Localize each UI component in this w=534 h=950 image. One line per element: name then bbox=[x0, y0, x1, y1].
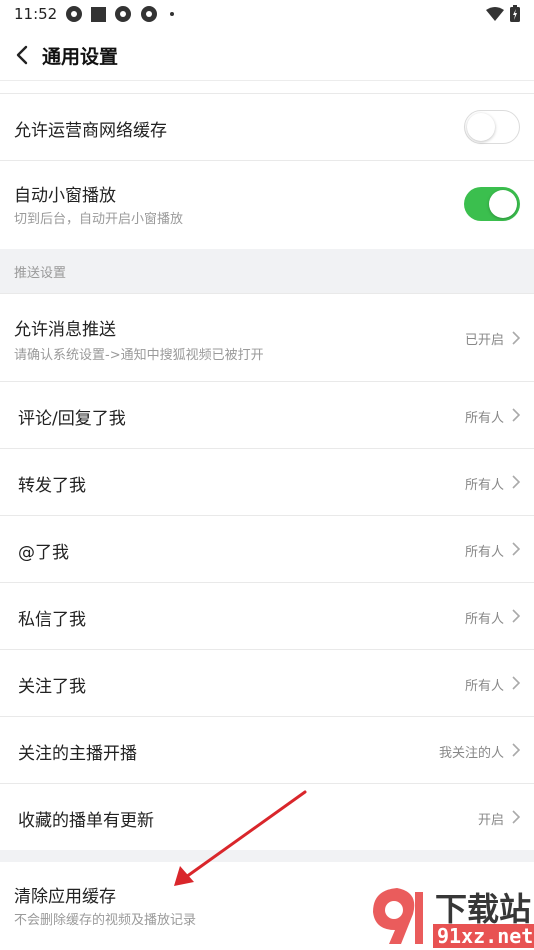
chevron-right-icon bbox=[512, 542, 520, 556]
back-arrow-icon[interactable] bbox=[12, 44, 34, 66]
carrier-cache-toggle[interactable] bbox=[464, 110, 520, 144]
setting-label: 关注了我 bbox=[18, 677, 86, 697]
setting-row-private-message[interactable]: 私信了我 所有人 bbox=[0, 583, 534, 649]
toggle-knob bbox=[467, 113, 495, 141]
chevron-right-icon bbox=[512, 810, 520, 824]
gallery-notification-icon bbox=[91, 6, 107, 22]
app-notification-icon bbox=[66, 6, 83, 22]
setting-description: 不会删除缓存的视频及播放记录 bbox=[14, 913, 197, 928]
app-notification-icon bbox=[141, 6, 158, 22]
chevron-right-icon bbox=[512, 609, 520, 623]
setting-label: 转发了我 bbox=[18, 476, 86, 496]
setting-label: 私信了我 bbox=[18, 610, 86, 630]
setting-label: 自动小窗播放 bbox=[14, 186, 116, 206]
setting-label: 清除应用缓存 bbox=[14, 887, 116, 907]
setting-value: 已开启 bbox=[464, 333, 504, 348]
status-time: 11:52 bbox=[14, 5, 58, 23]
chevron-right-icon bbox=[512, 676, 520, 690]
setting-value: 开启 bbox=[477, 813, 504, 828]
setting-row-forward[interactable]: 转发了我 所有人 bbox=[0, 449, 534, 515]
chevron-right-icon bbox=[512, 331, 520, 345]
page-title: 通用设置 bbox=[42, 45, 119, 68]
section-title: 推送设置 bbox=[14, 266, 67, 281]
setting-row-at-me[interactable]: @了我 所有人 bbox=[0, 516, 534, 582]
more-notifications-dot bbox=[170, 12, 175, 16]
setting-label: 评论/回复了我 bbox=[18, 409, 126, 429]
setting-value: 所有人 bbox=[464, 411, 504, 426]
setting-value: 所有人 bbox=[464, 478, 504, 493]
app-notification-icon bbox=[115, 6, 132, 22]
setting-label: 关注的主播开播 bbox=[18, 744, 137, 764]
setting-value: 所有人 bbox=[464, 679, 504, 694]
setting-label: 允许消息推送 bbox=[14, 320, 116, 340]
top-bar: 通用设置 bbox=[0, 28, 534, 82]
section-header-push: 推送设置 bbox=[0, 249, 534, 293]
setting-description: 请确认系统设置->通知中搜狐视频已被打开 bbox=[14, 348, 264, 363]
setting-row-comment-reply[interactable]: 评论/回复了我 所有人 bbox=[0, 382, 534, 448]
setting-description: 切到后台，自动开启小窗播放 bbox=[14, 212, 184, 227]
setting-value: 所有人 bbox=[464, 545, 504, 560]
chevron-right-icon bbox=[512, 408, 520, 422]
setting-label: 允许运营商网络缓存 bbox=[14, 121, 167, 141]
wifi-icon bbox=[486, 6, 504, 21]
setting-row-follow-me[interactable]: 关注了我 所有人 bbox=[0, 650, 534, 716]
status-bar: 11:52 bbox=[0, 0, 534, 28]
setting-row-carrier-cache[interactable]: 允许运营商网络缓存 bbox=[0, 94, 534, 160]
setting-label: 收藏的播单有更新 bbox=[18, 811, 154, 831]
setting-value: 我关注的人 bbox=[438, 746, 504, 761]
mini-window-toggle[interactable] bbox=[464, 187, 520, 221]
watermark-domain: 91xz.net bbox=[433, 924, 534, 948]
setting-label: @了我 bbox=[18, 543, 69, 563]
watermark-logo-icon bbox=[373, 888, 423, 944]
section-spacer bbox=[0, 850, 534, 862]
site-watermark: 下载站 91xz.net bbox=[367, 884, 534, 948]
partial-row bbox=[0, 81, 534, 93]
battery-icon bbox=[510, 5, 520, 22]
chevron-right-icon bbox=[512, 475, 520, 489]
toggle-knob bbox=[489, 190, 517, 218]
setting-row-allow-push[interactable]: 允许消息推送 请确认系统设置->通知中搜狐视频已被打开 已开启 bbox=[0, 294, 534, 381]
setting-row-host-live[interactable]: 关注的主播开播 我关注的人 bbox=[0, 717, 534, 783]
setting-row-mini-window[interactable]: 自动小窗播放 切到后台，自动开启小窗播放 bbox=[0, 161, 534, 249]
setting-row-playlist-update[interactable]: 收藏的播单有更新 开启 bbox=[0, 784, 534, 850]
chevron-right-icon bbox=[512, 743, 520, 757]
setting-value: 所有人 bbox=[464, 612, 504, 627]
